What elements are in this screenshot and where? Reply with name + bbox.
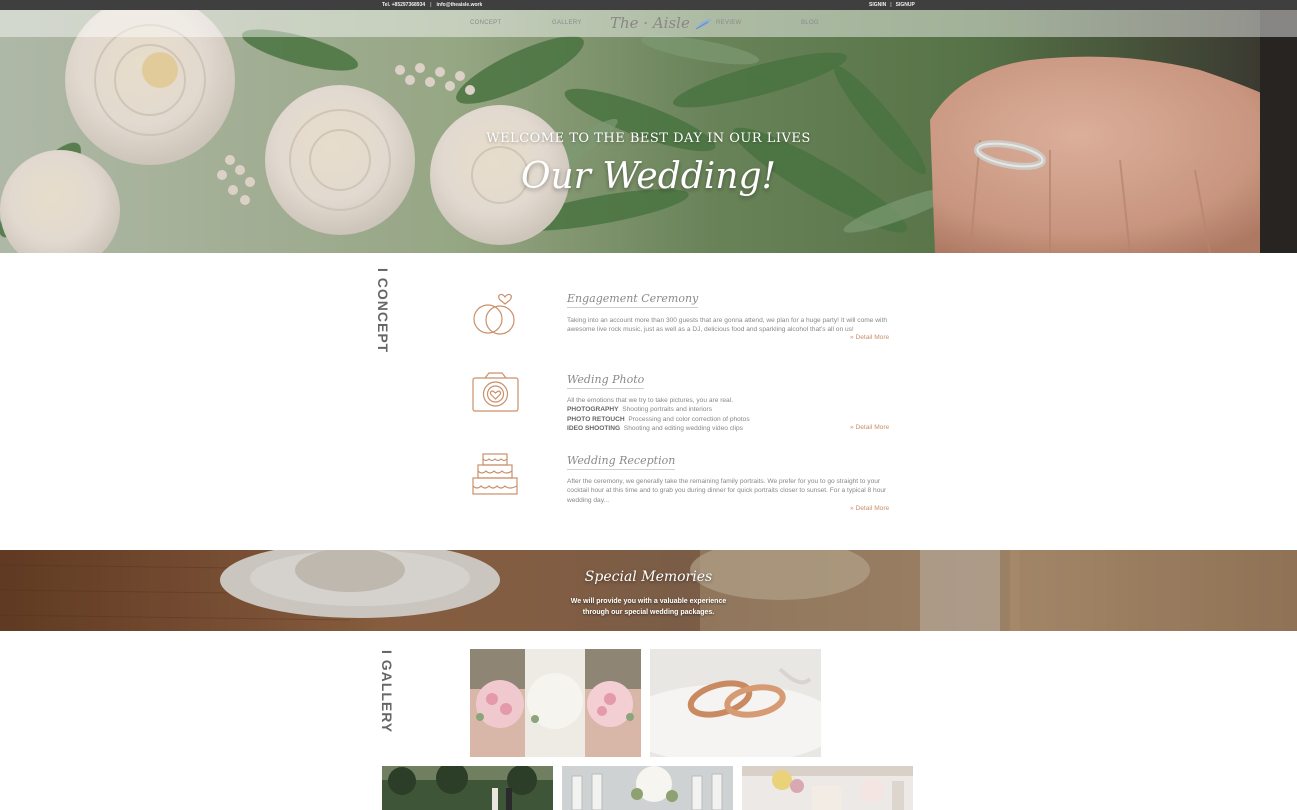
special-memories-subtitle: We will provide you with a valuable expe…: [570, 598, 727, 616]
logo-text: The · Aisle: [610, 14, 690, 32]
top-bar: Tel. +85297368934 | info@theaisle.work SIG…: [0, 0, 1297, 10]
nav-blog[interactable]: BLOG: [801, 20, 819, 26]
service-row: PHOTOGRAPHY Shooting portraits and inter…: [567, 406, 713, 414]
special-memories-title: Special Memories: [584, 569, 713, 585]
wedding-rings-photo[interactable]: [650, 649, 821, 757]
signin-link[interactable]: SIGNIN: [869, 2, 886, 8]
table-setting-image: [0, 550, 1297, 631]
service-row: PHOTO RETOUCH Processing and color corre…: [567, 415, 750, 423]
main-nav: CONCEPT GALLERY The · Aisle REVIEW BLOG: [0, 10, 1297, 37]
cake-icon: [472, 453, 518, 495]
champagne-glasses-photo[interactable]: [562, 766, 733, 810]
wedding-photo-text: All the emotions that we try to take pic…: [567, 396, 892, 434]
hero-tagline: WELCOME TO THE BEST DAY IN OUR LIVES: [486, 131, 811, 146]
outdoor-ceremony-photo[interactable]: [382, 766, 553, 810]
site-logo[interactable]: The · Aisle: [610, 14, 713, 32]
email-address[interactable]: info@theaisle.work: [437, 2, 483, 8]
engagement-ceremony-title: Engagement Ceremony: [567, 292, 699, 308]
service-row: IDEO SHOOTING Shooting and editing weddi…: [567, 425, 743, 433]
nav-review[interactable]: REVIEW: [716, 20, 741, 26]
engagement-detail-link[interactable]: » Detail More: [850, 334, 889, 341]
engagement-ceremony-text: Taking into an account more than 300 gue…: [567, 317, 887, 334]
camera-icon: [472, 372, 519, 412]
bridesmaids-bouquets-photo[interactable]: [470, 649, 641, 757]
wedding-photo-detail-link[interactable]: » Detail More: [850, 424, 889, 431]
rings-icon: [473, 293, 515, 335]
wedding-photo-intro: All the emotions that we try to take pic…: [567, 397, 734, 404]
concept-section-title: I CONCEPT: [375, 268, 391, 354]
signup-link[interactable]: SIGNUP: [896, 2, 915, 8]
wedding-reception-title: Wedding Reception: [567, 454, 676, 470]
wedding-reception-text: After the ceremony, we generally take th…: [567, 478, 887, 504]
hero-heading: Our Wedding!: [520, 156, 777, 197]
feather-icon: [695, 19, 712, 30]
wedding-photo-title: Weding Photo: [567, 373, 645, 389]
nav-gallery[interactable]: GALLERY: [552, 20, 582, 26]
phone-number: Tel. +85297368934: [382, 2, 426, 8]
contact-info: Tel. +85297368934 | info@theaisle.work: [382, 2, 483, 8]
auth-links: SIGNIN | SIGNUP: [869, 2, 915, 8]
gallery-section-title: I GALLERY: [379, 650, 395, 734]
special-memories-banner: Special Memories We will provide you wit…: [0, 550, 1297, 631]
hero-banner: WELCOME TO THE BEST DAY IN OUR LIVES Our…: [0, 10, 1297, 253]
wedding-reception-detail-link[interactable]: » Detail More: [850, 505, 889, 512]
nav-concept[interactable]: CONCEPT: [470, 20, 501, 26]
dessert-table-photo[interactable]: [742, 766, 913, 810]
